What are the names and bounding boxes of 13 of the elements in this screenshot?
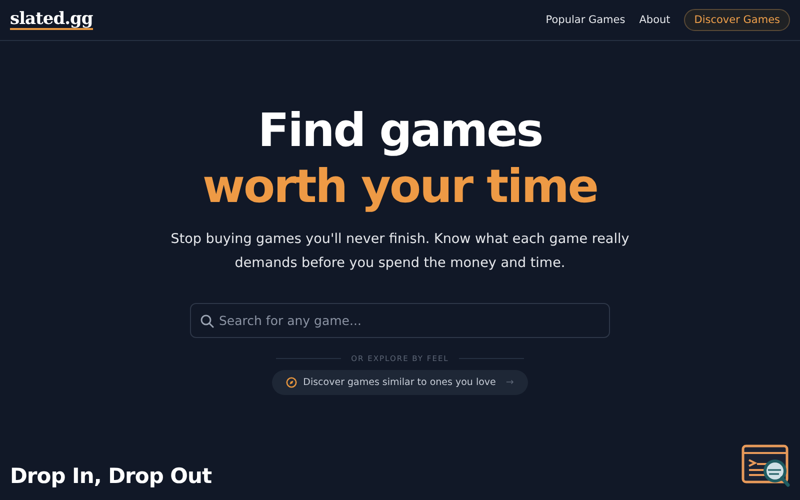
hero-subtitle: Stop buying games you'll never finish. Know what each game really demands before you spend the money and time. — [170, 230, 630, 273]
hero-title-accent: worth your time — [202, 158, 598, 215]
discover-games-button[interactable]: Discover Games — [684, 9, 790, 31]
hero-title: Find games — [258, 103, 542, 157]
nav-link[interactable]: About — [639, 14, 670, 26]
discover-similar-button[interactable]: Discover games similar to ones you love → — [272, 370, 528, 395]
section-title: Drop In, Drop Out — [10, 463, 212, 489]
compass-icon — [286, 377, 298, 388]
logo[interactable]: slated.gg — [10, 10, 93, 30]
nav-link[interactable]: Popular Games — [546, 14, 626, 26]
search-field[interactable]: Search for any game... — [190, 303, 610, 338]
search-icon — [200, 314, 214, 328]
browser-search-icon[interactable] — [741, 444, 791, 488]
